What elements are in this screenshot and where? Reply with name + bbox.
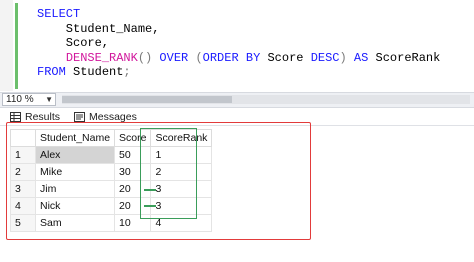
code-line-student-name: Student_Name, — [37, 21, 160, 36]
editor-gutter — [0, 0, 13, 91]
paren-empty: () — [137, 50, 153, 65]
sql-editor[interactable]: SELECT Student_Name, Score, DENSE_RANK()… — [0, 0, 474, 91]
keyword-desc: DESC — [310, 50, 340, 65]
message-icon — [74, 112, 85, 122]
zoom-bar: 110 % ▼ — [0, 92, 474, 108]
chevron-down-icon[interactable]: ▼ — [45, 94, 53, 105]
keyword-order-by: ORDER BY — [202, 50, 261, 65]
code-score-column: Score — [260, 50, 311, 65]
keyword-over: OVER — [152, 50, 196, 65]
rank-underline — [144, 205, 156, 207]
grid-icon — [10, 112, 21, 122]
code-line-score: Score, — [37, 36, 110, 51]
keyword-from: FROM — [37, 65, 66, 80]
zoom-value: 110 % — [6, 94, 34, 105]
code-table-name: Student — [65, 65, 124, 80]
paren-close: ) — [339, 50, 347, 65]
keyword-select: SELECT — [37, 7, 81, 21]
code-alias: ScoreRank — [368, 50, 441, 65]
code-semicolon: ; — [123, 65, 131, 80]
scrollbar-thumb[interactable] — [62, 96, 232, 103]
horizontal-scrollbar[interactable] — [62, 95, 470, 104]
change-indicator-bar — [15, 3, 18, 89]
paren-open: ( — [195, 50, 203, 65]
function-dense-rank: DENSE_RANK — [65, 50, 138, 65]
sql-code[interactable]: SELECT Student_Name, Score, DENSE_RANK()… — [37, 7, 440, 80]
rank-underline — [144, 189, 156, 191]
zoom-select[interactable]: 110 % ▼ — [2, 93, 56, 106]
keyword-as: AS — [346, 50, 369, 65]
